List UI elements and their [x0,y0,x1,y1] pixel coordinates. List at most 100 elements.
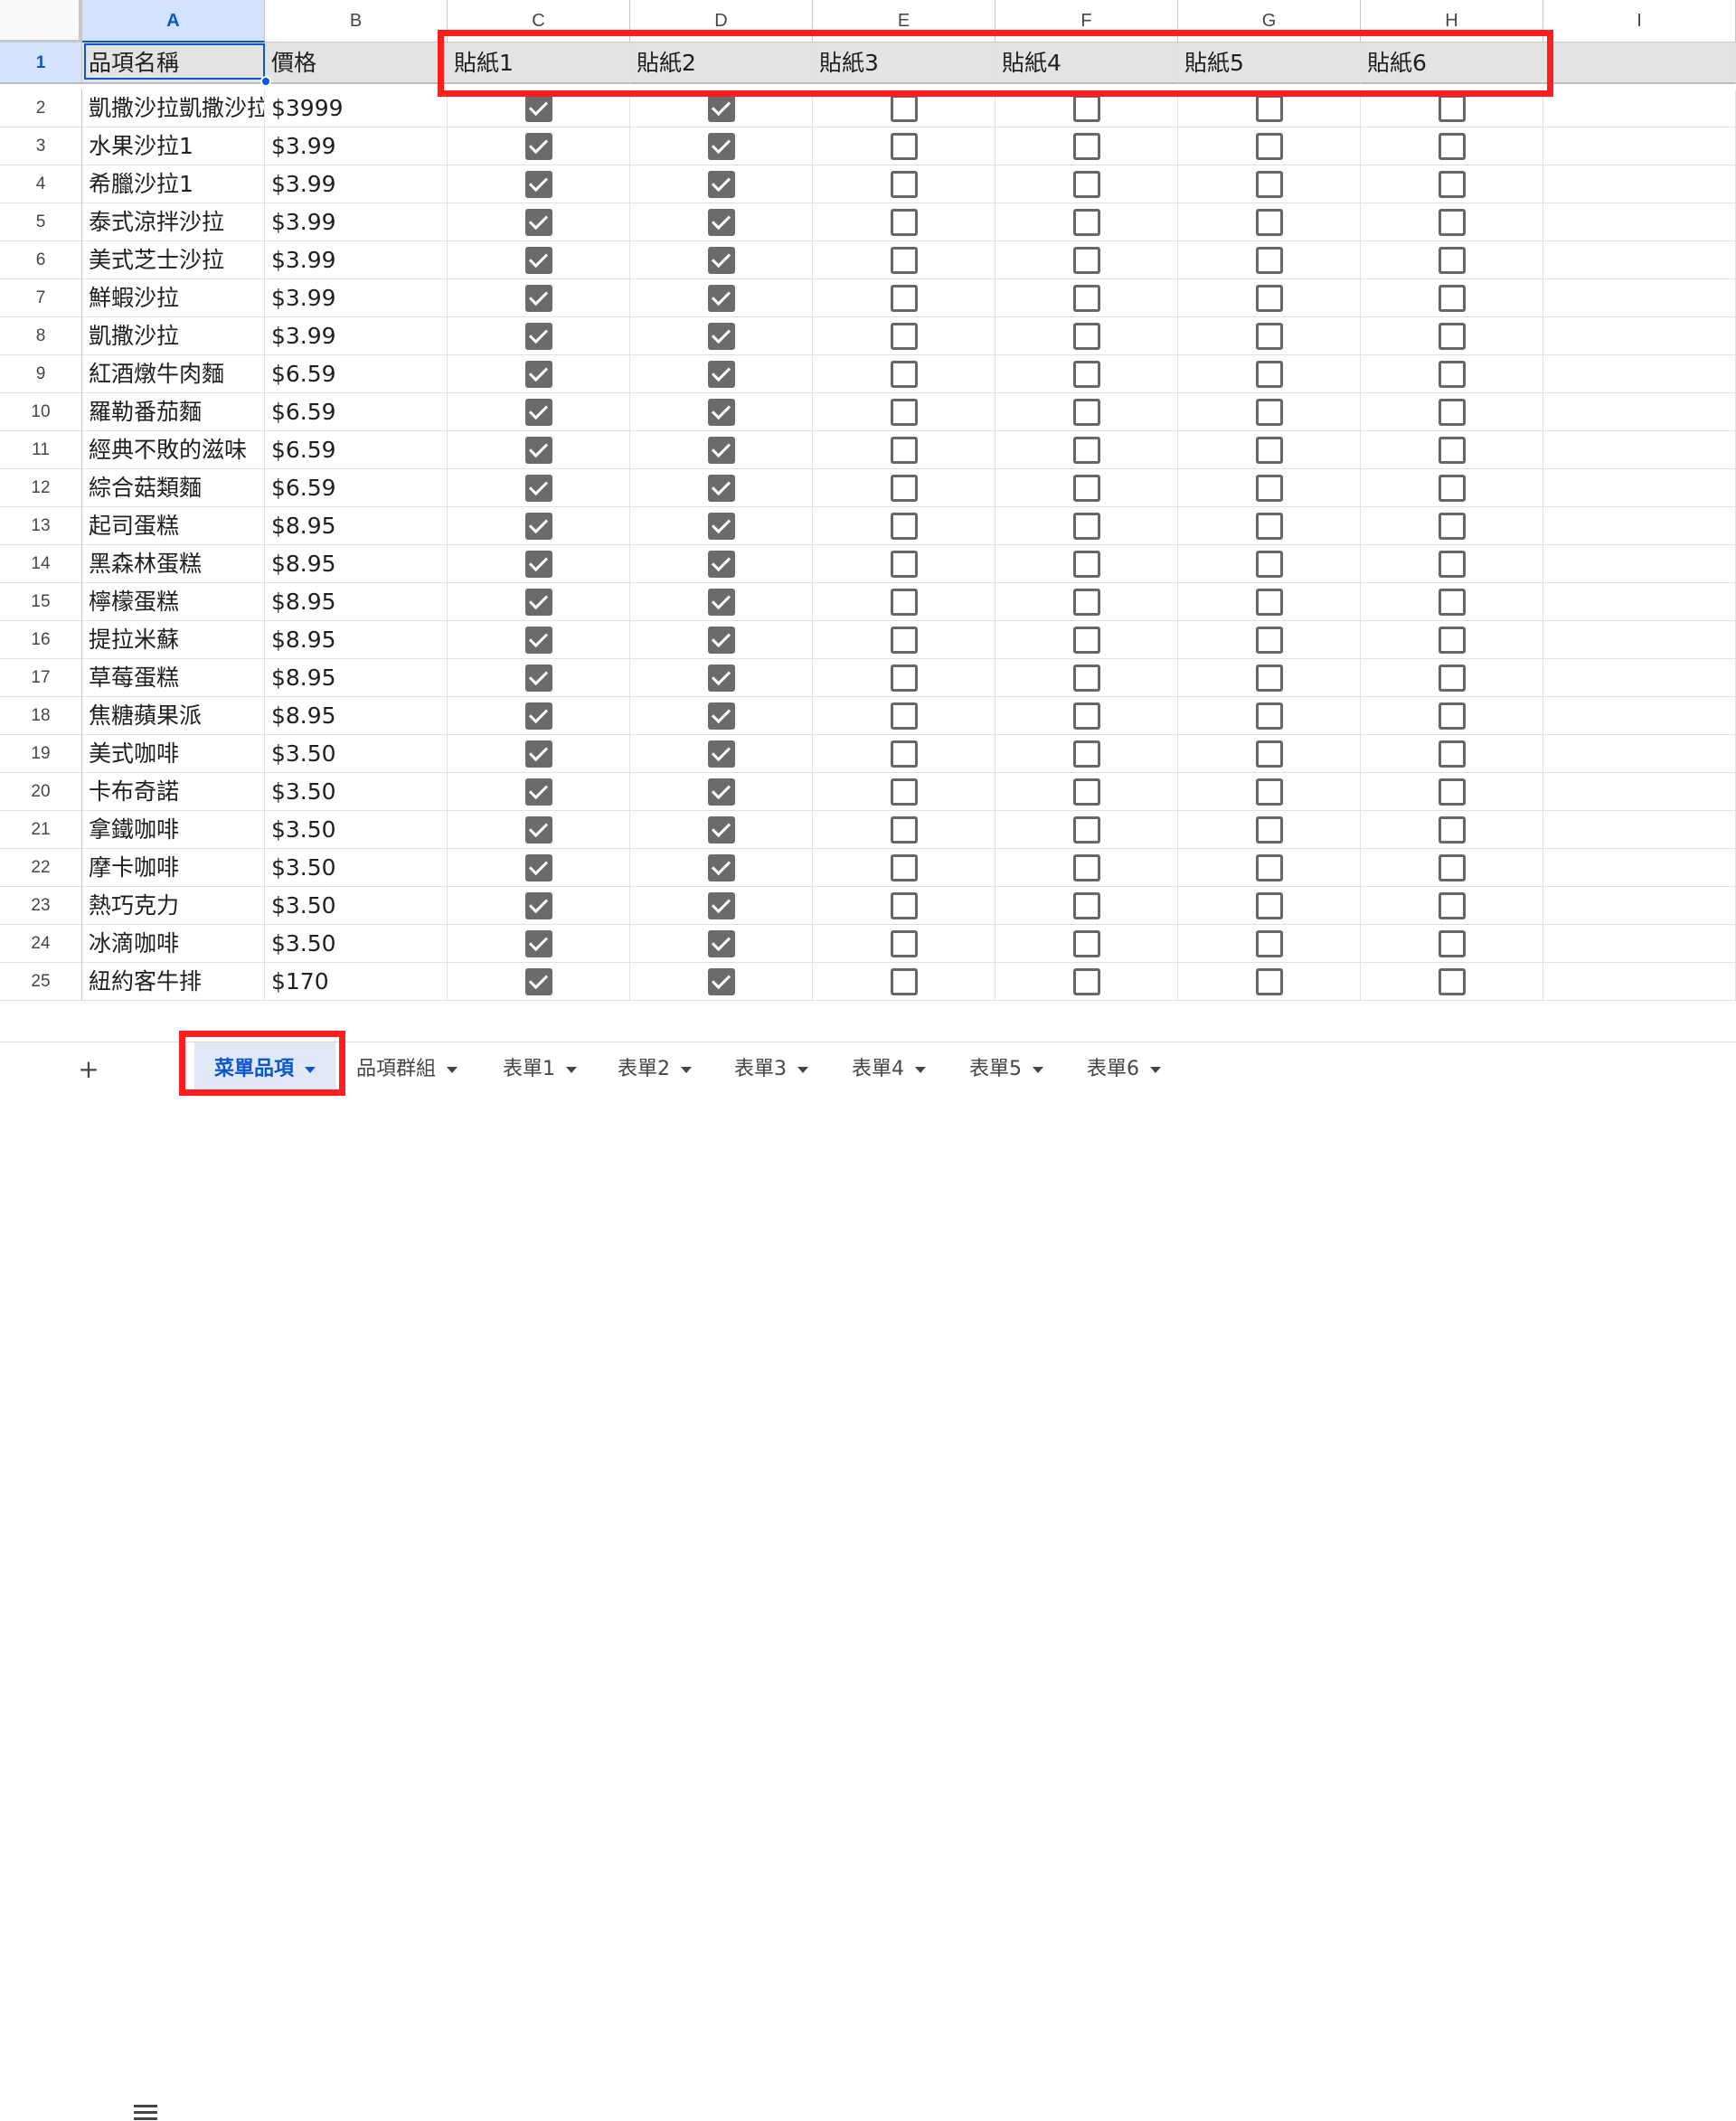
price-cell[interactable]: $8.95 [265,697,448,735]
price-cell[interactable]: $3.99 [265,165,448,203]
header-cell-c[interactable]: 貼紙1 [448,42,630,84]
item-name-cell[interactable]: 羅勒番茄麵 [82,393,265,431]
checkbox-checked[interactable] [524,664,552,692]
item-name-cell[interactable]: 焦糖蘋果派 [82,697,265,735]
checkbox-unchecked[interactable] [1255,891,1283,919]
checkbox-unchecked[interactable] [890,246,918,274]
price-cell[interactable]: $6.59 [265,431,448,469]
empty-cell[interactable] [1543,811,1736,849]
checkbox-unchecked[interactable] [1438,853,1466,881]
checkbox-unchecked[interactable] [1072,740,1100,768]
item-name-cell[interactable]: 提拉米蘇 [82,621,265,659]
checkbox-unchecked[interactable] [890,778,918,806]
header-cell-e[interactable]: 貼紙3 [813,42,995,84]
row-header[interactable]: 12 [0,469,82,507]
row-header[interactable]: 17 [0,659,82,697]
checkbox-checked[interactable] [524,853,552,881]
checkbox-checked[interactable] [524,702,552,730]
item-name-cell[interactable]: 檸檬蛋糕 [82,583,265,621]
checkbox-unchecked[interactable] [1072,398,1100,426]
checkbox-unchecked[interactable] [1072,778,1100,806]
header-cell-d[interactable]: 貼紙2 [630,42,813,84]
item-name-cell[interactable]: 泰式涼拌沙拉 [82,203,265,241]
row-header[interactable]: 5 [0,203,82,241]
checkbox-unchecked[interactable] [1438,815,1466,844]
checkbox-unchecked[interactable] [1072,132,1100,160]
header-cell-g[interactable]: 貼紙5 [1178,42,1361,84]
checkbox-checked[interactable] [524,322,552,350]
empty-cell[interactable] [1543,127,1736,165]
checkbox-unchecked[interactable] [1072,284,1100,312]
row-header[interactable]: 3 [0,127,82,165]
checkbox-checked[interactable] [707,967,735,995]
empty-cell[interactable] [1543,925,1736,963]
chevron-down-icon[interactable] [1150,1066,1161,1073]
chevron-down-icon[interactable] [1033,1066,1043,1073]
empty-cell[interactable] [1543,241,1736,279]
checkbox-unchecked[interactable] [1072,853,1100,881]
row-header[interactable]: 8 [0,317,82,355]
checkbox-unchecked[interactable] [890,512,918,540]
item-name-cell[interactable]: 紅酒燉牛肉麵 [82,355,265,393]
checkbox-unchecked[interactable] [1438,550,1466,578]
checkbox-unchecked[interactable] [1438,246,1466,274]
row-header[interactable]: 16 [0,621,82,659]
price-cell[interactable]: $3.99 [265,241,448,279]
checkbox-unchecked[interactable] [1255,284,1283,312]
checkbox-unchecked[interactable] [1438,474,1466,502]
column-header-i[interactable]: I [1543,0,1736,42]
checkbox-checked[interactable] [524,588,552,616]
checkbox-unchecked[interactable] [1072,94,1100,122]
checkbox-unchecked[interactable] [1438,778,1466,806]
column-header-a[interactable]: A [82,0,265,42]
item-name-cell[interactable]: 黑森林蛋糕 [82,545,265,583]
item-name-cell[interactable]: 鮮蝦沙拉 [82,279,265,317]
empty-cell[interactable] [1543,165,1736,203]
empty-cell[interactable] [1543,621,1736,659]
price-cell[interactable]: $3.99 [265,127,448,165]
checkbox-unchecked[interactable] [890,132,918,160]
checkbox-checked[interactable] [524,778,552,806]
price-cell[interactable]: $3.50 [265,735,448,773]
checkbox-checked[interactable] [707,778,735,806]
checkbox-unchecked[interactable] [1255,436,1283,464]
price-cell[interactable]: $8.95 [265,583,448,621]
checkbox-unchecked[interactable] [1255,853,1283,881]
sheet-tab[interactable]: 表單5 [969,1042,1043,1097]
checkbox-unchecked[interactable] [890,967,918,995]
empty-cell[interactable] [1543,431,1736,469]
checkbox-unchecked[interactable] [1438,170,1466,198]
price-cell[interactable]: $8.95 [265,545,448,583]
checkbox-checked[interactable] [524,170,552,198]
item-name-cell[interactable]: 草莓蛋糕 [82,659,265,697]
price-cell[interactable]: $8.95 [265,659,448,697]
price-cell[interactable]: $6.59 [265,355,448,393]
checkbox-checked[interactable] [707,360,735,388]
checkbox-unchecked[interactable] [1072,208,1100,236]
row-header[interactable]: 22 [0,849,82,887]
checkbox-unchecked[interactable] [1255,132,1283,160]
empty-cell[interactable] [1543,507,1736,545]
checkbox-unchecked[interactable] [890,360,918,388]
checkbox-unchecked[interactable] [1438,512,1466,540]
empty-cell[interactable] [1543,469,1736,507]
checkbox-unchecked[interactable] [890,474,918,502]
checkbox-unchecked[interactable] [1072,967,1100,995]
row-header[interactable]: 15 [0,583,82,621]
checkbox-unchecked[interactable] [1072,929,1100,957]
row-header[interactable]: 24 [0,925,82,963]
checkbox-unchecked[interactable] [1255,550,1283,578]
checkbox-unchecked[interactable] [890,94,918,122]
checkbox-checked[interactable] [707,208,735,236]
checkbox-unchecked[interactable] [1438,284,1466,312]
empty-cell[interactable] [1543,773,1736,811]
item-name-cell[interactable]: 美式芝士沙拉 [82,241,265,279]
checkbox-unchecked[interactable] [890,702,918,730]
checkbox-checked[interactable] [524,360,552,388]
price-cell[interactable]: $3.99 [265,279,448,317]
checkbox-unchecked[interactable] [1072,815,1100,844]
price-cell[interactable]: $8.95 [265,621,448,659]
checkbox-checked[interactable] [524,550,552,578]
checkbox-unchecked[interactable] [1255,626,1283,654]
sheet-tab[interactable]: 表單1 [503,1042,577,1097]
